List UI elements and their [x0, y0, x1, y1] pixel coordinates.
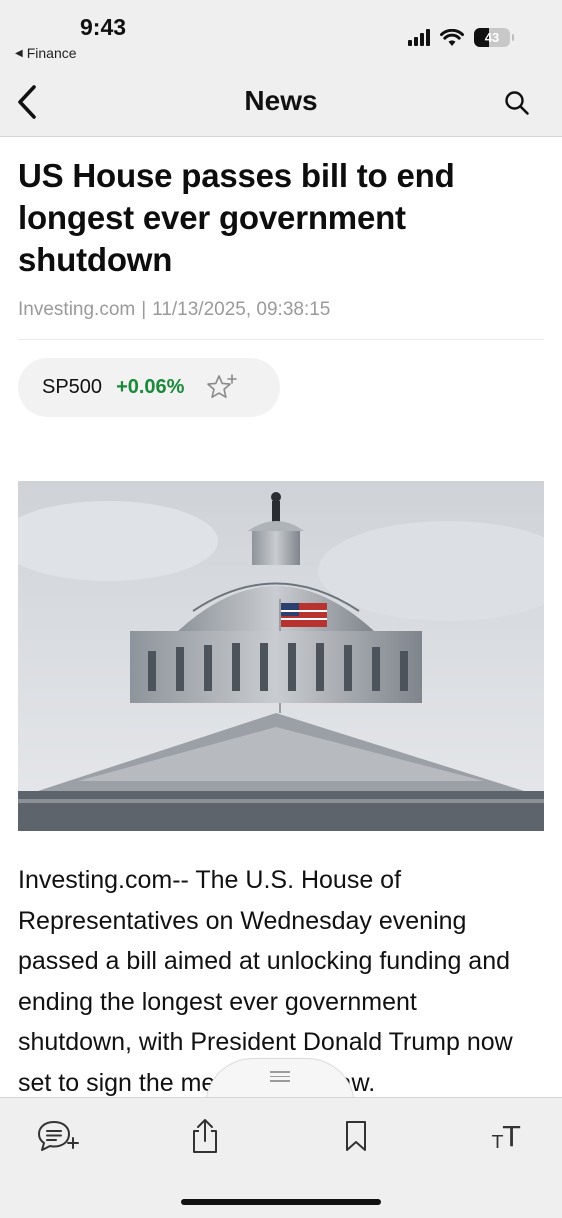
- ticker-symbol: SP500: [42, 376, 103, 398]
- comment-button[interactable]: [36, 1116, 80, 1156]
- cellular-signal-icon: [408, 29, 430, 46]
- bookmark-button[interactable]: [334, 1116, 378, 1156]
- status-indicators: 43: [408, 28, 514, 47]
- text-size-button[interactable]: TT: [484, 1116, 528, 1156]
- meta-separator: |: [141, 299, 147, 320]
- text-size-icon: TT: [491, 1119, 521, 1153]
- back-to-app-link[interactable]: ◀ Finance: [15, 45, 77, 61]
- add-to-watchlist-star-icon[interactable]: [206, 373, 238, 403]
- battery-icon: 43: [474, 28, 514, 47]
- wifi-icon: [440, 28, 464, 46]
- bookmark-icon: [346, 1121, 366, 1151]
- article-source: Investing.com: [18, 299, 136, 320]
- article-hero-image: [18, 481, 544, 831]
- page-title: News: [244, 85, 318, 116]
- ticker-change: +0.06%: [116, 376, 185, 398]
- ticker-chip[interactable]: SP500 +0.06%: [18, 358, 280, 417]
- top-bar: 9:43 ◀ Finance 43 News: [0, 0, 562, 137]
- article-timestamp: 11/13/2025, 09:38:15: [152, 299, 331, 320]
- search-icon: [505, 91, 529, 115]
- home-indicator: [181, 1199, 381, 1205]
- bottom-toolbar: TT: [0, 1097, 562, 1218]
- article-headline: US House passes bill to end longest ever…: [18, 157, 455, 278]
- back-triangle-icon: ◀: [15, 47, 23, 59]
- article-header: US House passes bill to end longest ever…: [18, 155, 544, 417]
- search-button[interactable]: [502, 88, 532, 118]
- article-meta: Investing.com | 11/13/2025, 09:38:15: [18, 299, 544, 321]
- share-button[interactable]: [183, 1116, 227, 1156]
- divider: [18, 339, 544, 340]
- share-icon: [193, 1119, 217, 1153]
- status-time: 9:43: [80, 14, 127, 40]
- comment-icon: [38, 1121, 79, 1151]
- battery-level: 43: [484, 30, 500, 45]
- back-app-label: Finance: [26, 45, 77, 61]
